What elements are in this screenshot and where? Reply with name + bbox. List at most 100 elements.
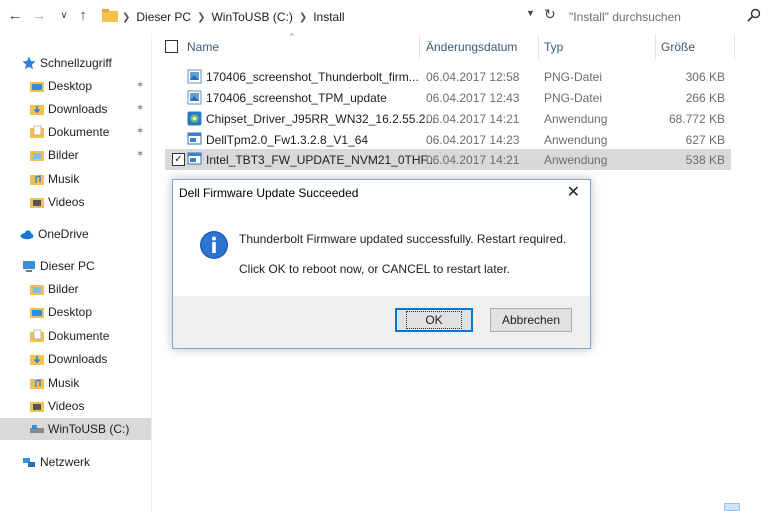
column-divider[interactable] <box>538 34 539 60</box>
sidebar-item-quick-access[interactable]: Schnellzugriff <box>22 52 112 74</box>
file-type: Anwendung <box>544 133 608 147</box>
sidebar-item-this-pc[interactable]: Dieser PC <box>22 255 95 277</box>
pictures-folder-icon <box>30 151 44 161</box>
column-divider[interactable] <box>419 34 420 60</box>
sidebar-item-pc-videos[interactable]: Videos <box>30 395 84 417</box>
file-name: 170406_screenshot_Thunderbolt_firm... <box>206 70 419 84</box>
sidebar-item-wintousb-drive[interactable]: WinToUSB (C:) <box>0 418 151 440</box>
sidebar-item-pictures[interactable]: Bilder <box>30 144 79 166</box>
chevron-right-icon: ❯ <box>122 11 131 23</box>
cancel-button[interactable]: Abbrechen <box>490 308 572 332</box>
folder-icon <box>102 9 118 22</box>
desktop-folder-icon <box>30 82 44 92</box>
sidebar-item-label: Musik <box>48 376 80 390</box>
sidebar-item-pc-downloads[interactable]: Downloads <box>30 348 107 370</box>
row-checkbox[interactable]: ✓ <box>172 153 185 166</box>
ok-button[interactable]: OK <box>395 308 473 332</box>
pin-icon[interactable]: ✶ <box>136 103 144 114</box>
file-name: 170406_screenshot_TPM_update <box>206 91 387 105</box>
file-size: 306 KB <box>685 70 725 84</box>
computer-icon <box>23 261 35 272</box>
column-header-name[interactable]: Name <box>187 34 417 60</box>
forward-arrow-icon[interactable]: → <box>30 7 48 25</box>
videos-folder-icon <box>30 198 44 208</box>
column-header-date[interactable]: Änderungsdatum <box>426 34 536 60</box>
png-file-icon <box>187 69 202 84</box>
select-all-checkbox[interactable] <box>165 40 178 53</box>
breadcrumb-item[interactable]: Dieser PC <box>136 10 191 24</box>
column-header-label: Name <box>187 40 220 54</box>
onedrive-cloud-icon <box>20 230 34 240</box>
sidebar-item-label: OneDrive <box>38 227 89 241</box>
sidebar-item-pc-music[interactable]: Musik <box>30 372 79 394</box>
sidebar-item-network[interactable]: Netzwerk <box>22 451 90 473</box>
file-date: 06.04.2017 12:43 <box>426 91 520 105</box>
sidebar-item-documents[interactable]: Dokumente <box>30 121 109 143</box>
column-divider[interactable] <box>655 34 656 60</box>
back-arrow-icon[interactable]: ← <box>6 7 24 25</box>
sidebar-item-label: Desktop <box>48 305 93 319</box>
documents-folder-icon <box>30 125 44 138</box>
file-name: DellTpm2.0_Fw1.3.2.8_V1_64 <box>206 133 369 147</box>
firmware-update-dialog: Dell Firmware Update Succeeded ✕ Thunder… <box>172 179 591 349</box>
recent-locations-chevron-icon[interactable]: ∨ <box>55 7 73 25</box>
address-dropdown-icon[interactable]: ▼ <box>526 8 535 18</box>
table-row[interactable]: Chipset_Driver_J95RR_WN32_16.2.55.2... 0… <box>165 108 731 129</box>
network-icon <box>23 458 35 467</box>
desktop-folder-icon <box>30 308 44 318</box>
sidebar-item-label: Bilder <box>48 148 79 162</box>
close-icon[interactable]: ✕ <box>567 182 580 202</box>
sidebar-item-label: Bilder <box>48 282 79 296</box>
star-icon <box>22 56 36 70</box>
file-date: 06.04.2017 12:58 <box>426 70 520 84</box>
sidebar-item-label: Dieser PC <box>40 259 95 273</box>
table-row[interactable]: DellTpm2.0_Fw1.3.2.8_V1_64 06.04.2017 14… <box>165 129 731 150</box>
navigation-pane: Schnellzugriff Desktop ✶ Downloads ✶ Dok… <box>0 34 152 511</box>
file-size: 538 KB <box>685 153 725 167</box>
sidebar-item-downloads[interactable]: Downloads <box>30 98 107 120</box>
sidebar-item-pc-pictures[interactable]: Bilder <box>30 278 79 300</box>
view-toggle-icon[interactable] <box>724 503 740 511</box>
refresh-icon[interactable]: ↻ <box>544 6 556 23</box>
up-arrow-icon[interactable]: ↑ <box>74 7 92 25</box>
column-header-type[interactable]: Typ <box>544 34 654 60</box>
column-header-size[interactable]: Größe <box>661 34 731 60</box>
chevron-right-icon[interactable]: ❯ <box>197 12 205 23</box>
sidebar-item-music[interactable]: Musik <box>30 168 79 190</box>
search-icon[interactable] <box>747 8 761 22</box>
chevron-right-icon[interactable]: ❯ <box>299 12 307 23</box>
table-row[interactable]: 170406_screenshot_Thunderbolt_firm... 06… <box>165 66 731 87</box>
table-row[interactable]: ✓ Intel_TBT3_FW_UPDATE_NVM21_0THF... 06.… <box>165 149 731 170</box>
sidebar-item-pc-desktop[interactable]: Desktop <box>30 301 92 323</box>
file-type: PNG-Datei <box>544 70 603 84</box>
dialog-message: Click OK to reboot now, or CANCEL to res… <box>239 262 510 276</box>
sidebar-item-pc-documents[interactable]: Dokumente <box>30 325 109 347</box>
downloads-folder-icon <box>30 355 44 365</box>
breadcrumb[interactable]: ❯ Dieser PC ❯ WinToUSB (C:) ❯ Install <box>100 6 540 28</box>
installer-icon <box>187 111 202 126</box>
sidebar-item-videos[interactable]: Videos <box>30 191 84 213</box>
file-date: 06.04.2017 14:21 <box>426 153 520 167</box>
videos-folder-icon <box>30 402 44 412</box>
sidebar-item-desktop[interactable]: Desktop <box>30 75 92 97</box>
search-input[interactable]: "Install" durchsuchen <box>565 6 765 28</box>
breadcrumb-item[interactable]: Install <box>313 10 344 24</box>
file-type: Anwendung <box>544 153 608 167</box>
table-row[interactable]: 170406_screenshot_TPM_update 06.04.2017 … <box>165 87 731 108</box>
sidebar-item-label: Videos <box>48 399 85 413</box>
pin-icon[interactable]: ✶ <box>136 149 144 160</box>
sidebar-item-label: Videos <box>48 195 85 209</box>
exe-file-icon <box>187 132 202 145</box>
pin-icon[interactable]: ✶ <box>136 126 144 137</box>
music-folder-icon <box>30 379 44 389</box>
sidebar-item-onedrive[interactable]: OneDrive <box>20 223 89 245</box>
file-size: 627 KB <box>685 133 725 147</box>
file-size: 68.772 KB <box>668 112 725 126</box>
breadcrumb-item[interactable]: WinToUSB (C:) <box>211 10 292 24</box>
sidebar-item-label: Dokumente <box>48 329 110 343</box>
file-name: Intel_TBT3_FW_UPDATE_NVM21_0THF... <box>206 153 437 167</box>
column-divider[interactable] <box>734 34 735 60</box>
file-name: Chipset_Driver_J95RR_WN32_16.2.55.2... <box>206 112 436 126</box>
pin-icon[interactable]: ✶ <box>136 80 144 91</box>
file-date: 06.04.2017 14:23 <box>426 133 520 147</box>
